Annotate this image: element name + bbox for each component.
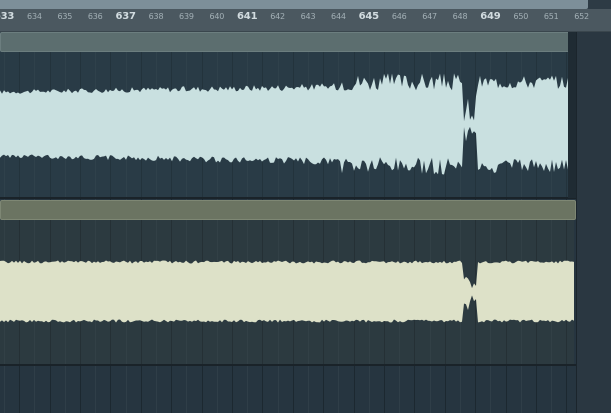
waveform-path — [0, 73, 568, 175]
scrollbar-thumb[interactable] — [0, 0, 588, 9]
ruler-label: 651 — [543, 12, 559, 21]
ruler-label: 648 — [452, 12, 468, 21]
ruler-label: 644 — [331, 12, 346, 21]
timeline-ruler[interactable]: 633 634 635 636 637 638 639 640 641 642 643 644 645 6… — [0, 9, 611, 32]
ruler-label: 646 — [391, 12, 407, 21]
track-area — [0, 32, 611, 413]
track-end-region — [576, 32, 611, 413]
ruler-label: 645 — [358, 11, 379, 22]
playlist-view: 633 634 635 636 637 638 639 640 641 642 643 644 645 6… — [0, 0, 611, 413]
ruler-label: 637 — [115, 11, 136, 22]
track-separator — [0, 197, 611, 199]
ruler-label: 639 — [179, 12, 194, 21]
ruler-label: 647 — [422, 12, 437, 21]
ruler-label: 636 — [87, 12, 103, 21]
ruler-label: 643 — [300, 12, 316, 21]
ruler-label: 650 — [513, 12, 529, 21]
ruler-label: 641 — [237, 11, 258, 22]
audio-clip-2-header[interactable] — [0, 200, 576, 220]
audio-clip-1-waveform — [0, 73, 568, 175]
ruler-label: 649 — [480, 11, 501, 22]
ruler-label: 652 — [574, 12, 589, 21]
ruler-label: 634 — [27, 12, 42, 21]
ruler-label: 635 — [57, 12, 73, 21]
ruler-label: 638 — [148, 12, 164, 21]
ruler-label: 633 — [0, 11, 15, 22]
ruler-label: 640 — [209, 12, 225, 21]
waveform-path — [0, 260, 574, 323]
audio-clip-1-header[interactable] — [0, 32, 570, 52]
horizontal-scrollbar[interactable] — [0, 0, 611, 9]
track-separator — [0, 364, 611, 366]
ruler-label: 642 — [270, 12, 285, 21]
audio-clip-2-waveform — [0, 260, 574, 323]
